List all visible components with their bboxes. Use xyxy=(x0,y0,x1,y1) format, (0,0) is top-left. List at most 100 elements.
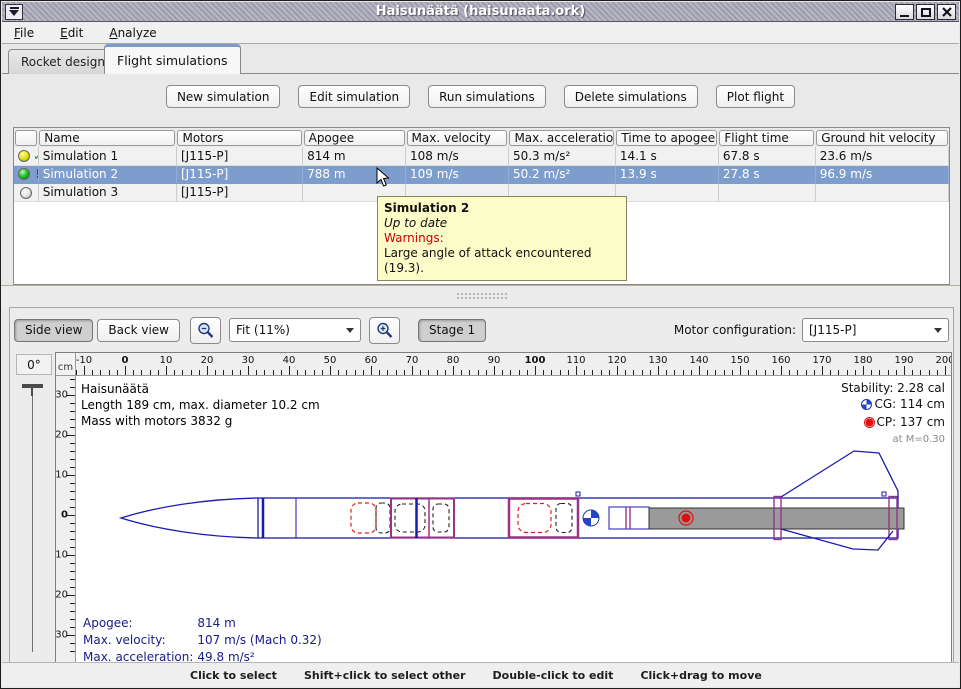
ruler-tick xyxy=(379,370,380,375)
table-cell: 23.6 m/s xyxy=(815,147,948,165)
column-header[interactable]: Flight time xyxy=(718,128,815,147)
status-yellow-ball-icon xyxy=(18,150,30,162)
ruler-tick xyxy=(191,370,192,375)
ruler-tick xyxy=(609,370,610,375)
menu-edit[interactable]: Edit xyxy=(60,26,83,40)
rotation-slider[interactable] xyxy=(12,378,54,661)
edit-simulation-button[interactable]: Edit simulation xyxy=(298,85,410,108)
maximize-button[interactable] xyxy=(916,4,935,20)
column-header[interactable]: Max. velocity xyxy=(406,128,509,147)
ruler-tick xyxy=(830,370,831,375)
zoom-in-icon xyxy=(375,321,394,340)
ruler-tick xyxy=(420,370,421,375)
status-bar: Click to selectShift+click to select oth… xyxy=(2,662,959,687)
close-icon xyxy=(941,6,953,18)
minimize-button[interactable] xyxy=(895,4,914,20)
rocket-dimensions: Length 189 cm, max. diameter 10.2 cm xyxy=(81,397,320,413)
zoom-level-select[interactable]: Fit (11%) xyxy=(229,318,361,342)
table-cell: [J115-P] xyxy=(176,183,302,201)
ruler-tick xyxy=(502,370,503,375)
tooltip-title: Simulation 2 xyxy=(384,201,620,216)
column-header[interactable]: Max. acceleration xyxy=(508,128,615,147)
table-cell: [J115-P] xyxy=(176,147,302,165)
cp-icon xyxy=(864,416,875,432)
tab-rocket-design-label: Rocket design xyxy=(21,55,105,69)
slider-thumb-icon[interactable] xyxy=(22,384,43,388)
zoom-in-button[interactable] xyxy=(369,317,400,344)
ruler-tick xyxy=(920,370,921,375)
tooltip-warnings-label: Warnings: xyxy=(384,231,620,246)
delete-simulations-button[interactable]: Delete simulations xyxy=(564,85,698,108)
ruler-label: 10 xyxy=(56,550,68,561)
check-icon: ✓ xyxy=(33,149,38,163)
column-header[interactable] xyxy=(14,128,38,147)
table-cell: 50.3 m/s² xyxy=(508,147,615,165)
side-view-button[interactable]: Side view xyxy=(14,319,93,342)
column-header[interactable]: Name xyxy=(38,128,176,147)
new-simulation-button[interactable]: New simulation xyxy=(166,85,281,108)
ruler-tick xyxy=(207,366,208,375)
ruler-tick xyxy=(568,370,569,375)
flight-info-value: 814 m xyxy=(197,616,323,631)
ruler-label: 0 xyxy=(122,355,129,366)
status-green-ball-icon xyxy=(18,168,30,180)
tab-strip: Rocket design Flight simulations xyxy=(2,44,959,74)
table-cell: Simulation 2 xyxy=(38,165,176,183)
simulation-toolbar: New simulation Edit simulation Run simul… xyxy=(1,85,960,109)
ruler-tick xyxy=(84,366,85,375)
ruler-tick xyxy=(125,366,126,375)
ruler-tick xyxy=(535,366,536,375)
ruler-tick xyxy=(330,366,331,375)
ruler-tick xyxy=(70,523,75,524)
rocket-canvas[interactable]: Haisunäätä Length 189 cm, max. diameter … xyxy=(76,376,951,662)
ruler-tick xyxy=(461,370,462,375)
ruler-tick xyxy=(494,366,495,375)
ruler-label: 110 xyxy=(566,355,585,366)
cg-icon xyxy=(861,398,872,414)
stage-1-toggle[interactable]: Stage 1 xyxy=(418,319,486,342)
motor-configuration-value: [J115-P] xyxy=(809,323,928,337)
ruler-label: 70 xyxy=(406,355,419,366)
status-hint: Click to select xyxy=(190,669,277,682)
column-header[interactable]: Time to apogee xyxy=(615,128,718,147)
flight-info-value: 107 m/s (Mach 0.32) xyxy=(197,633,323,648)
ruler-label: 90 xyxy=(488,355,501,366)
ruler-tick xyxy=(70,427,75,428)
ruler-tick xyxy=(70,483,75,484)
tab-rocket-design[interactable]: Rocket design xyxy=(8,49,118,74)
ruler-tick xyxy=(773,370,774,375)
stability-value: Stability: 2.28 cal xyxy=(841,380,945,396)
column-header[interactable]: Motors xyxy=(176,128,302,147)
zoom-out-button[interactable] xyxy=(190,317,221,344)
ruler-label: 30 xyxy=(242,355,255,366)
rocket-info: Haisunäätä Length 189 cm, max. diameter … xyxy=(81,381,320,429)
plot-flight-button[interactable]: Plot flight xyxy=(716,85,795,108)
menu-analyze[interactable]: Analyze xyxy=(109,26,156,40)
menu-file[interactable]: File xyxy=(14,26,34,40)
ruler-tick xyxy=(199,370,200,375)
warning-icon: ! xyxy=(33,167,38,181)
back-view-button[interactable]: Back view xyxy=(97,319,180,342)
column-header[interactable]: Apogee xyxy=(303,128,406,147)
ruler-tick xyxy=(273,370,274,375)
ruler-tick xyxy=(240,370,241,375)
motor-configuration-select[interactable]: [J115-P] xyxy=(802,318,949,342)
ruler-tick xyxy=(879,370,880,375)
title-bar[interactable]: Haisunäätä (haisunaata.ork) xyxy=(2,2,959,22)
close-button[interactable] xyxy=(937,4,956,20)
ruler-tick xyxy=(70,411,75,412)
ruler-label: 80 xyxy=(447,355,460,366)
run-simulations-button[interactable]: Run simulations xyxy=(428,85,546,108)
ruler-tick xyxy=(707,370,708,375)
column-header[interactable]: Ground hit velocity xyxy=(815,128,948,147)
ruler-tick xyxy=(732,370,733,375)
ruler-tick xyxy=(223,370,224,375)
table-row[interactable]: !Simulation 2[J115-P]788 m109 m/s50.2 m/… xyxy=(14,165,949,183)
table-row[interactable]: ✓Simulation 1[J115-P]814 m108 m/s50.3 m/… xyxy=(14,147,949,165)
ruler-label: 100 xyxy=(525,355,546,366)
tab-flight-simulations[interactable]: Flight simulations xyxy=(104,44,241,74)
rocket-mass: Mass with motors 3832 g xyxy=(81,413,320,429)
split-pane-divider[interactable] xyxy=(1,285,960,307)
ruler-tick xyxy=(806,370,807,375)
ruler-tick xyxy=(174,370,175,375)
